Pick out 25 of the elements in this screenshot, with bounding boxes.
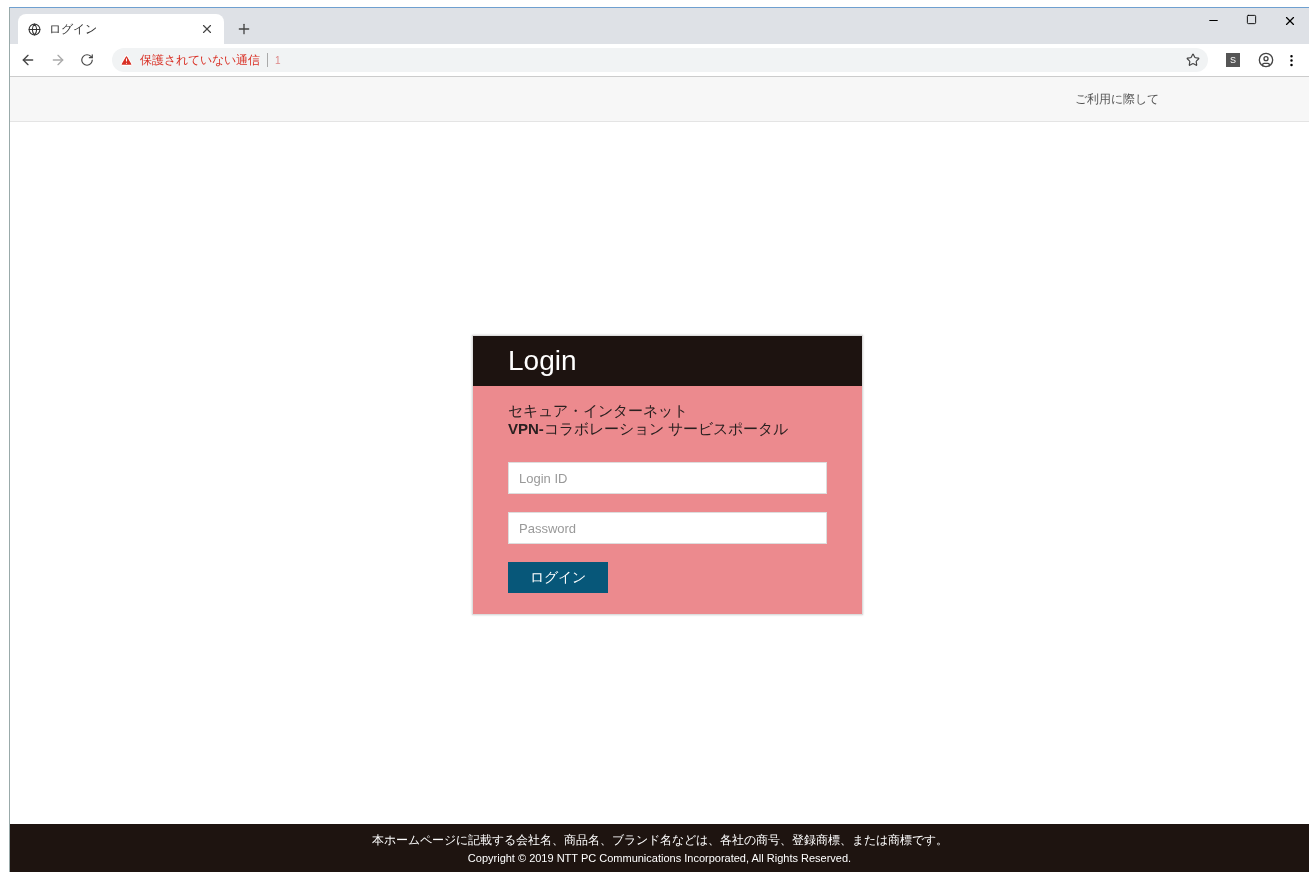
login-id-field[interactable]: Login ID (508, 462, 827, 494)
login-title: Login (473, 336, 862, 386)
profile-button[interactable] (1258, 52, 1274, 68)
maximize-icon[interactable] (1246, 14, 1257, 25)
security-warning[interactable]: 保護されていない通信 (140, 51, 260, 69)
tab-title: ログイン (49, 20, 98, 38)
usage-terms-link[interactable]: ご利用に際して (1075, 90, 1159, 108)
extension-button[interactable]: S (1226, 53, 1240, 67)
service-name: セキュア・インターネット (508, 402, 689, 420)
trademark-notice: 本ホームページに記載する会社名、商品名、ブランド名などは、各社の商号、登録商標、または商標です。 (371, 832, 948, 849)
address-bar[interactable]: 保護されていない通信 1 (112, 48, 1208, 72)
globe-icon (28, 22, 41, 36)
warning-icon (120, 53, 133, 67)
password-field[interactable]: Password (508, 512, 827, 544)
url-text: 1 (275, 54, 281, 66)
close-tab-button[interactable] (200, 22, 214, 36)
close-window-icon[interactable] (1283, 14, 1297, 28)
back-button[interactable] (20, 52, 36, 68)
reload-button[interactable] (80, 53, 94, 67)
bookmark-star-button[interactable] (1186, 53, 1200, 67)
login-button[interactable]: ログイン (508, 562, 608, 593)
copyright-notice: Copyright © 2019 NTT PC Communications Incorporated, All Rights Reserved. (467, 852, 852, 864)
new-tab-button[interactable] (236, 21, 252, 37)
service-name: VPN-コラボレーション サービスポータル (508, 420, 789, 438)
browser-tab[interactable]: ログイン (18, 14, 224, 44)
